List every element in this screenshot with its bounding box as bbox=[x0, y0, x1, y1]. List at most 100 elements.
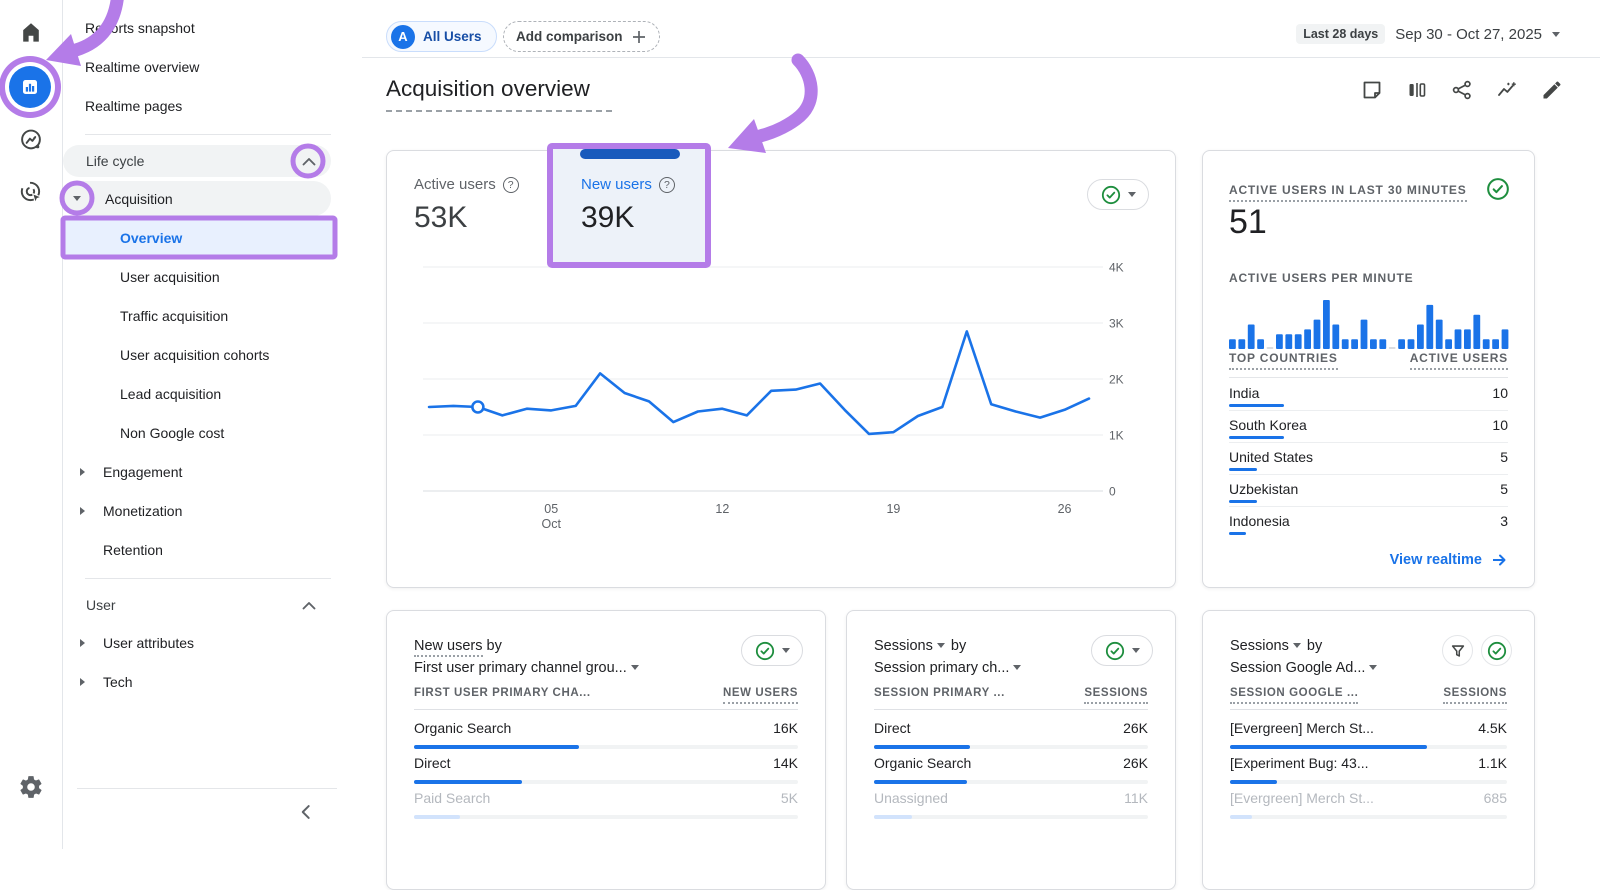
item-label: Acquisition bbox=[105, 191, 173, 207]
country-row-indonesia: Indonesia3 bbox=[1229, 507, 1508, 539]
sidebar-item-reports-snapshot[interactable]: Reports snapshot bbox=[63, 8, 362, 47]
table-row-organic-search: Organic Search26K bbox=[874, 750, 1148, 785]
edit-icon[interactable] bbox=[1540, 78, 1564, 102]
bar-chart-glyph bbox=[18, 75, 42, 99]
sidebar-item-life-cycle[interactable]: Life cycle bbox=[63, 143, 362, 179]
card-metric[interactable]: Sessions bbox=[1230, 638, 1289, 654]
item-pill-bg bbox=[63, 181, 331, 216]
sidebar-item-realtime-pages[interactable]: Realtime pages bbox=[63, 86, 362, 125]
data-quality-dropdown[interactable] bbox=[1087, 179, 1149, 210]
sidebar-item-user-acquisition[interactable]: User acquisition bbox=[63, 257, 362, 296]
row-bar-track bbox=[874, 745, 1148, 749]
advertising-icon[interactable] bbox=[18, 179, 44, 205]
row-label: Direct bbox=[874, 720, 911, 736]
sidebar-item-overview[interactable]: Overview bbox=[63, 218, 362, 257]
sidebar-item-realtime-overview[interactable]: Realtime overview bbox=[63, 47, 362, 86]
table-row-evergreen-merch-st: [Evergreen] Merch St... 4.5K bbox=[1230, 715, 1507, 750]
dimension-header[interactable]: SESSION PRIMARY ... bbox=[874, 687, 1005, 704]
explore-icon[interactable] bbox=[18, 127, 44, 153]
share-icon[interactable] bbox=[1450, 78, 1474, 102]
active-users-header: ACTIVE USERS bbox=[1410, 351, 1508, 370]
date-preset-chip: Last 28 days bbox=[1296, 24, 1385, 44]
row-value: 26K bbox=[1123, 720, 1148, 736]
row-bar-track bbox=[1230, 815, 1507, 819]
caret-down-icon[interactable] bbox=[73, 196, 81, 201]
admin-gear-icon[interactable] bbox=[18, 774, 44, 800]
card-dimension[interactable]: Session Google Ad... bbox=[1230, 660, 1365, 676]
caret-right-icon[interactable] bbox=[80, 678, 85, 686]
note-icon[interactable] bbox=[1360, 78, 1384, 102]
reports-icon[interactable] bbox=[9, 66, 51, 108]
card-metric[interactable]: New users bbox=[414, 638, 483, 657]
row-label: [Evergreen] Merch St... bbox=[1230, 790, 1374, 806]
metric-header[interactable]: NEW USERS bbox=[723, 687, 798, 704]
metric-header[interactable]: SESSIONS bbox=[1084, 687, 1148, 704]
caret-right-icon[interactable] bbox=[80, 507, 85, 515]
sidebar-item-acquisition[interactable]: Acquisition bbox=[63, 179, 362, 218]
help-icon[interactable] bbox=[659, 177, 675, 193]
data-quality-dropdown[interactable] bbox=[741, 635, 803, 666]
header-divider bbox=[1230, 709, 1507, 710]
green-check-icon[interactable] bbox=[1486, 177, 1510, 201]
trend-chart: 01K2K3K4K05Oct121926 bbox=[387, 261, 1177, 571]
dimension-header[interactable]: FIRST USER PRIMARY CHA... bbox=[414, 687, 591, 704]
sidebar-item-monetization[interactable]: Monetization bbox=[63, 491, 362, 530]
sidebar-divider bbox=[85, 134, 331, 135]
row-label: [Evergreen] Merch St... bbox=[1230, 720, 1374, 736]
card-dimension[interactable]: Session primary ch... bbox=[874, 660, 1009, 676]
countries-header-divider bbox=[1229, 377, 1508, 378]
card-connector: by bbox=[1307, 638, 1322, 654]
card-metric[interactable]: Sessions bbox=[874, 638, 933, 654]
help-icon[interactable] bbox=[503, 177, 519, 193]
view-realtime-link[interactable]: View realtime bbox=[1390, 551, 1508, 569]
card-dimension[interactable]: First user primary channel grou... bbox=[414, 660, 627, 676]
date-range-picker[interactable]: Last 28 days Sep 30 - Oct 27, 2025 bbox=[1296, 24, 1560, 44]
row-value: 4.5K bbox=[1478, 720, 1507, 736]
caret-right-icon[interactable] bbox=[80, 468, 85, 476]
sidebar-item-lead-acquisition[interactable]: Lead acquisition bbox=[63, 374, 362, 413]
date-range-text: Sep 30 - Oct 27, 2025 bbox=[1395, 26, 1542, 43]
segment-all-users[interactable]: A All Users bbox=[386, 21, 497, 52]
tab-new-users[interactable]: New users 39K bbox=[551, 147, 709, 266]
metric-header[interactable]: SESSIONS bbox=[1443, 687, 1507, 704]
nav-rail bbox=[0, 0, 63, 849]
dimension-caret-icon bbox=[1013, 665, 1021, 670]
chevron-up-icon[interactable] bbox=[302, 157, 316, 166]
plus-icon bbox=[631, 29, 647, 45]
row-value: 1.1K bbox=[1478, 755, 1507, 771]
arrow-right-icon bbox=[1490, 551, 1508, 569]
sidebar-item-user-attributes[interactable]: User attributes bbox=[63, 623, 362, 662]
svg-text:3K: 3K bbox=[1109, 317, 1124, 331]
data-quality-dropdown[interactable] bbox=[1091, 635, 1153, 666]
item-label: Realtime overview bbox=[85, 59, 199, 75]
collapse-sidebar-icon[interactable] bbox=[293, 799, 319, 825]
home-icon[interactable] bbox=[18, 20, 44, 46]
sidebar-item-tech[interactable]: Tech bbox=[63, 662, 362, 701]
sidebar-item-user[interactable]: User bbox=[63, 587, 362, 623]
sidebar-item-user-acquisition-cohorts[interactable]: User acquisition cohorts bbox=[63, 335, 362, 374]
country-row-india: India10 bbox=[1229, 379, 1508, 411]
sidebar-item-non-google-cost[interactable]: Non Google cost bbox=[63, 413, 362, 452]
sidebar-item-engagement[interactable]: Engagement bbox=[63, 452, 362, 491]
comparison-icon[interactable] bbox=[1405, 78, 1429, 102]
row-value: 5K bbox=[781, 790, 798, 806]
sidebar: Reports snapshot Realtime overview Realtim… bbox=[63, 0, 362, 849]
row-value: 26K bbox=[1123, 755, 1148, 771]
chevron-up-icon[interactable] bbox=[302, 601, 316, 610]
sidebar-item-retention[interactable]: Retention bbox=[63, 530, 362, 569]
sidebar-item-traffic-acquisition[interactable]: Traffic acquisition bbox=[63, 296, 362, 335]
country-bar bbox=[1229, 468, 1257, 471]
tab-active-users[interactable]: Active users 53K bbox=[414, 176, 519, 235]
dimension-header[interactable]: SESSION GOOGLE ... bbox=[1230, 687, 1358, 704]
page-title-underline bbox=[386, 110, 612, 112]
add-comparison-button[interactable]: Add comparison bbox=[503, 21, 660, 52]
country-bar bbox=[1229, 532, 1246, 535]
active-users-value: 53K bbox=[414, 201, 519, 235]
view-realtime-label: View realtime bbox=[1390, 552, 1482, 568]
caret-right-icon[interactable] bbox=[80, 639, 85, 647]
data-quality-button[interactable] bbox=[1481, 635, 1512, 666]
row-label: Direct bbox=[414, 755, 451, 771]
insights-icon[interactable] bbox=[1495, 78, 1519, 102]
filter-button[interactable] bbox=[1442, 635, 1473, 666]
row-bar-track bbox=[414, 780, 798, 784]
